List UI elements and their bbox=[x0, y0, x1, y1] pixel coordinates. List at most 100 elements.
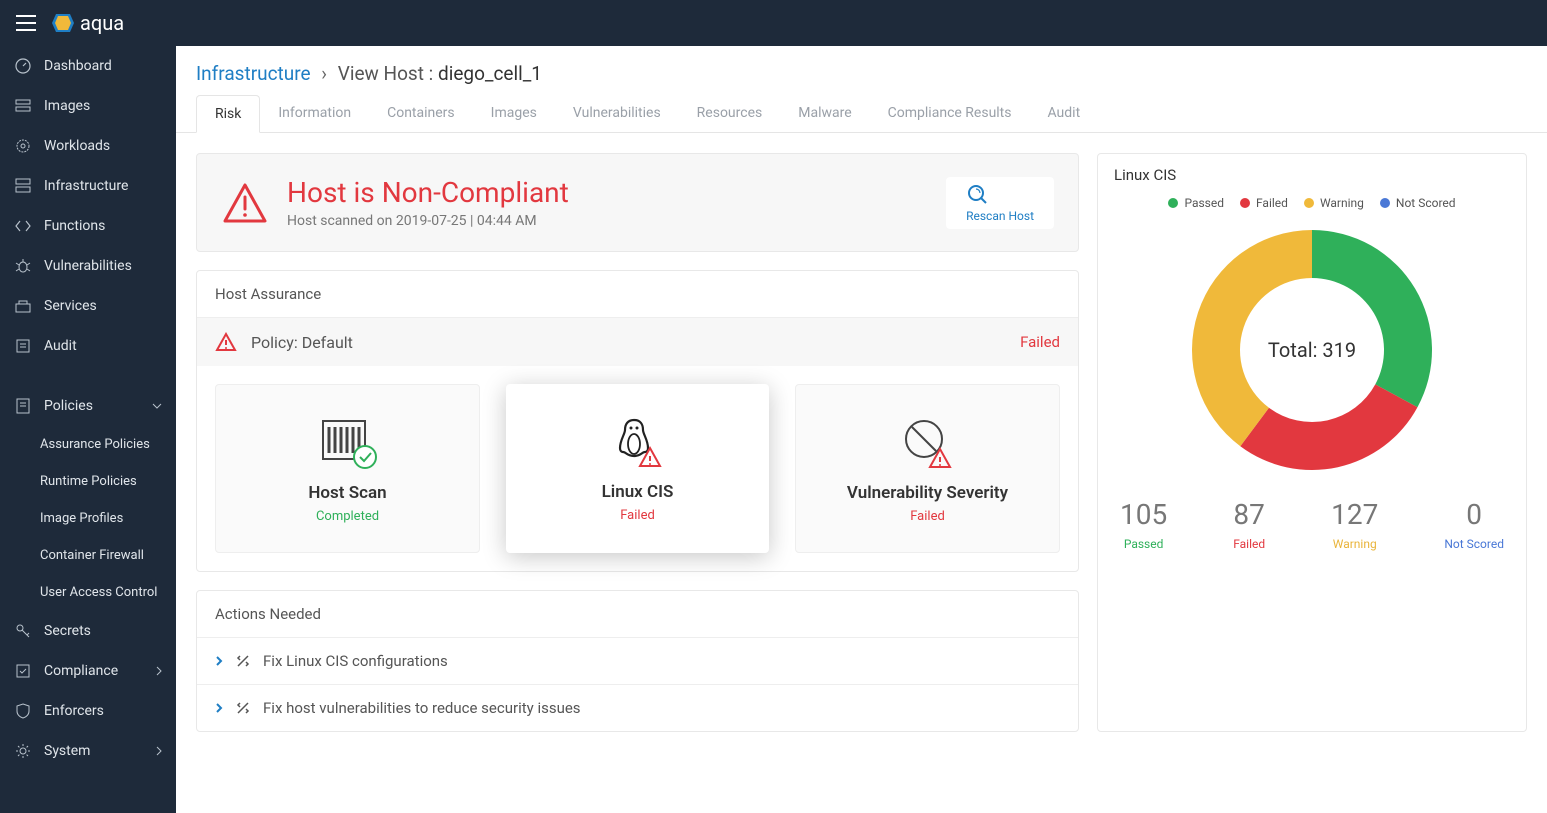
sidebar-item-workloads[interactable]: Workloads bbox=[0, 126, 176, 166]
card-title: Host Scan bbox=[228, 483, 467, 503]
sidebar-item-images[interactable]: Images bbox=[0, 86, 176, 126]
breadcrumb-page: View Host bbox=[338, 62, 424, 85]
action-label: Fix Linux CIS configurations bbox=[263, 652, 448, 670]
card-status: Failed bbox=[808, 509, 1047, 524]
workloads-icon bbox=[14, 137, 32, 155]
code-icon bbox=[14, 217, 32, 235]
tools-icon bbox=[235, 700, 251, 716]
legend-passed: Passed bbox=[1168, 196, 1224, 210]
panel-title: Actions Needed bbox=[197, 591, 1078, 637]
linux-cis-panel: Linux CIS Passed Failed Warning Not Scor… bbox=[1097, 153, 1527, 732]
noncompliant-subtitle: Host scanned on 2019-07-25 | 04:44 AM bbox=[287, 213, 569, 229]
tab-information[interactable]: Information bbox=[260, 95, 369, 132]
key-icon bbox=[14, 622, 32, 640]
layers-icon bbox=[14, 97, 32, 115]
sidebar-item-services[interactable]: Services bbox=[0, 286, 176, 326]
sidebar-item-label: System bbox=[44, 743, 90, 759]
sidebar-item-secrets[interactable]: Secrets bbox=[0, 611, 176, 651]
tab-resources[interactable]: Resources bbox=[679, 95, 781, 132]
sidebar-item-label: Images bbox=[44, 98, 90, 114]
chevron-right-icon bbox=[156, 746, 162, 756]
action-item[interactable]: Fix Linux CIS configurations bbox=[197, 637, 1078, 684]
action-item[interactable]: Fix host vulnerabilities to reduce secur… bbox=[197, 684, 1078, 731]
card-title: Vulnerability Severity bbox=[808, 483, 1047, 503]
sidebar-item-label: Audit bbox=[44, 338, 77, 354]
tab-compliance-results[interactable]: Compliance Results bbox=[870, 95, 1030, 132]
bug-icon bbox=[14, 257, 32, 275]
sidebar-item-label: Workloads bbox=[44, 138, 110, 154]
rescan-host-button[interactable]: Rescan Host bbox=[946, 177, 1054, 229]
chevron-right-icon bbox=[156, 666, 162, 676]
main: Infrastructure › View Host : diego_cell_… bbox=[176, 46, 1547, 752]
breadcrumb-link[interactable]: Infrastructure bbox=[196, 62, 311, 85]
panel-title: Host Assurance bbox=[197, 271, 1078, 317]
card-linux-cis[interactable]: Linux CIS Failed bbox=[506, 384, 769, 553]
tab-risk[interactable]: Risk bbox=[196, 95, 260, 133]
sidebar-sub-image-profiles[interactable]: Image Profiles bbox=[0, 500, 176, 537]
topbar: aqua bbox=[0, 0, 1547, 46]
sidebar: Dashboard Images Workloads Infrastructur… bbox=[0, 46, 176, 813]
card-vulnerability-severity[interactable]: Vulnerability Severity Failed bbox=[795, 384, 1060, 553]
tab-images[interactable]: Images bbox=[473, 95, 555, 132]
menu-toggle-icon[interactable] bbox=[12, 11, 40, 35]
gear-icon bbox=[14, 742, 32, 760]
noncompliant-title: Host is Non-Compliant bbox=[287, 176, 569, 209]
sidebar-item-label: Policies bbox=[44, 398, 93, 414]
legend-notscored: Not Scored bbox=[1380, 196, 1456, 210]
rescan-host-label: Rescan Host bbox=[966, 209, 1034, 223]
warning-triangle-icon bbox=[215, 332, 237, 352]
sidebar-item-compliance[interactable]: Compliance bbox=[0, 651, 176, 691]
sidebar-item-policies[interactable]: Policies bbox=[0, 386, 176, 426]
compliance-icon bbox=[14, 662, 32, 680]
actions-needed-panel: Actions Needed Fix Linux CIS configurati… bbox=[196, 590, 1079, 732]
tab-audit[interactable]: Audit bbox=[1030, 95, 1099, 132]
barcode-check-icon bbox=[228, 413, 467, 473]
stat-failed: 87 Failed bbox=[1233, 498, 1265, 551]
sidebar-sub-user-access-control[interactable]: User Access Control bbox=[0, 574, 176, 611]
stat-notscored: 0 Not Scored bbox=[1444, 498, 1504, 551]
chart-stats: 105 Passed 87 Failed 127 Warning 0 Not S… bbox=[1114, 498, 1510, 551]
chevron-down-icon bbox=[152, 403, 162, 409]
chevron-right-icon bbox=[215, 702, 223, 714]
chevron-right-icon: › bbox=[321, 62, 327, 85]
sidebar-item-enforcers[interactable]: Enforcers bbox=[0, 691, 176, 731]
policy-status: Failed bbox=[1020, 333, 1060, 351]
tab-vulnerabilities[interactable]: Vulnerabilities bbox=[555, 95, 679, 132]
card-status: Completed bbox=[228, 509, 467, 524]
shield-icon bbox=[14, 702, 32, 720]
sidebar-item-label: Compliance bbox=[44, 663, 118, 679]
card-host-scan[interactable]: Host Scan Completed bbox=[215, 384, 480, 553]
warning-triangle-icon bbox=[221, 181, 269, 225]
services-icon bbox=[14, 297, 32, 315]
brand-logo[interactable]: aqua bbox=[52, 11, 124, 35]
legend-failed: Failed bbox=[1240, 196, 1288, 210]
sidebar-item-system[interactable]: System bbox=[0, 731, 176, 771]
sidebar-item-infrastructure[interactable]: Infrastructure bbox=[0, 166, 176, 206]
action-label: Fix host vulnerabilities to reduce secur… bbox=[263, 699, 581, 717]
tab-containers[interactable]: Containers bbox=[369, 95, 473, 132]
chart-legend: Passed Failed Warning Not Scored bbox=[1114, 196, 1510, 210]
legend-warning: Warning bbox=[1304, 196, 1364, 210]
sidebar-sub-runtime-policies[interactable]: Runtime Policies bbox=[0, 463, 176, 500]
rescan-icon bbox=[966, 183, 1034, 205]
donut-total: Total: 319 bbox=[1182, 220, 1442, 480]
sidebar-item-label: Secrets bbox=[44, 623, 91, 639]
sidebar-item-functions[interactable]: Functions bbox=[0, 206, 176, 246]
donut-chart: Total: 319 bbox=[1182, 220, 1442, 480]
policy-row: Policy: Default Failed bbox=[197, 317, 1078, 366]
tab-malware[interactable]: Malware bbox=[780, 95, 869, 132]
sidebar-sub-container-firewall[interactable]: Container Firewall bbox=[0, 537, 176, 574]
brand-name: aqua bbox=[80, 11, 124, 35]
sidebar-item-label: Enforcers bbox=[44, 703, 104, 719]
sidebar-item-audit[interactable]: Audit bbox=[0, 326, 176, 366]
noncompliant-banner: Host is Non-Compliant Host scanned on 20… bbox=[196, 153, 1079, 252]
sidebar-item-label: Vulnerabilities bbox=[44, 258, 132, 274]
gauge-icon bbox=[14, 57, 32, 75]
sidebar-sub-assurance-policies[interactable]: Assurance Policies bbox=[0, 426, 176, 463]
breadcrumb-host: diego_cell_1 bbox=[438, 62, 542, 85]
stat-passed: 105 Passed bbox=[1120, 498, 1167, 551]
card-status: Failed bbox=[518, 508, 757, 523]
sidebar-item-vulnerabilities[interactable]: Vulnerabilities bbox=[0, 246, 176, 286]
policy-label: Policy: Default bbox=[251, 333, 353, 352]
sidebar-item-dashboard[interactable]: Dashboard bbox=[0, 46, 176, 86]
